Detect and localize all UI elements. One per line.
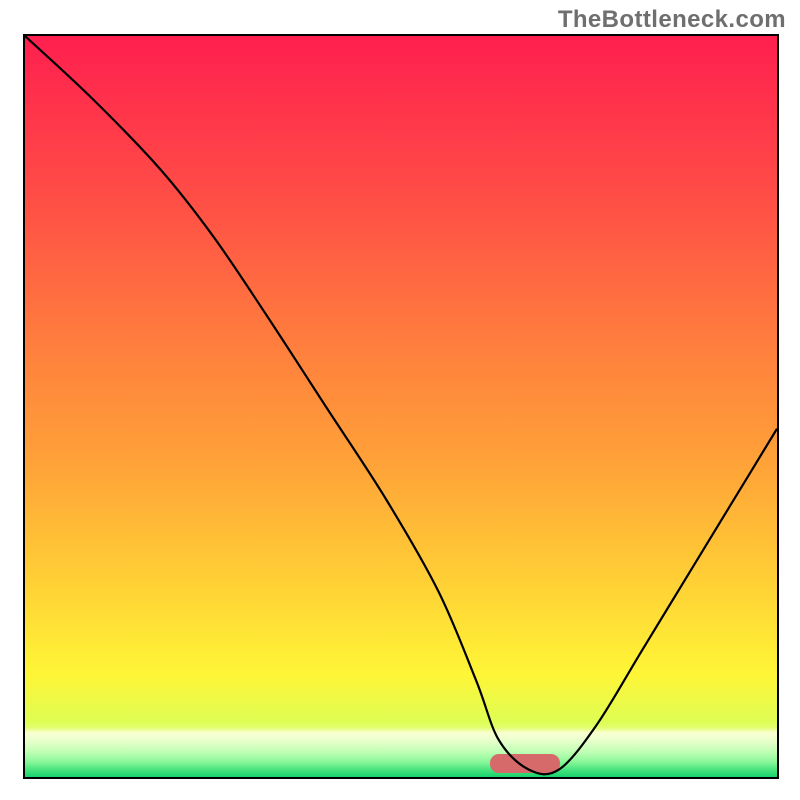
watermark-text: TheBottleneck.com <box>558 6 786 34</box>
bottleneck-curve <box>25 36 777 777</box>
plot-frame <box>23 34 779 779</box>
chart-stage: TheBottleneck.com <box>0 0 800 800</box>
